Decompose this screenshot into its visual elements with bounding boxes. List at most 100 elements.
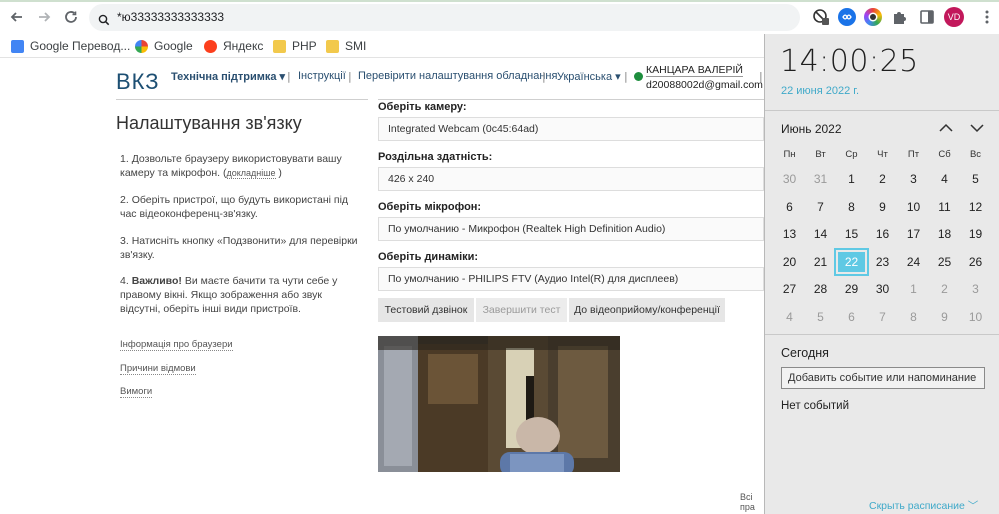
- calendar-day[interactable]: 1: [898, 277, 929, 301]
- yandex-icon: [204, 39, 217, 53]
- step-number: 2.: [120, 194, 129, 206]
- hide-schedule-link[interactable]: Скрыть расписание ﹀: [869, 498, 978, 513]
- user-name[interactable]: КАНЦАРА ВАЛЕРІЙ: [646, 64, 743, 77]
- language-label: Українська: [557, 71, 613, 83]
- calendar-day[interactable]: 29: [836, 277, 867, 301]
- calendar-day[interactable]: 12: [960, 195, 991, 219]
- details-link[interactable]: докладніше: [226, 168, 276, 179]
- calendar-day[interactable]: 26: [960, 250, 991, 274]
- calendar-day[interactable]: 1: [836, 167, 867, 191]
- address-text[interactable]: *ю33333333333333: [117, 10, 224, 24]
- end-test-button[interactable]: Завершити тест: [476, 298, 567, 322]
- calendar-day[interactable]: 30: [867, 277, 898, 301]
- calendar-day[interactable]: 3: [960, 277, 991, 301]
- extension-color-icon[interactable]: [864, 8, 882, 26]
- calendar-day[interactable]: 24: [898, 250, 929, 274]
- back-icon[interactable]: [6, 6, 28, 28]
- calendar-day[interactable]: 10: [898, 195, 929, 219]
- to-conference-button[interactable]: До відеоприйому/конференції: [569, 298, 725, 322]
- site-logo[interactable]: ВКЗ: [116, 69, 160, 95]
- next-month-button[interactable]: [968, 120, 986, 134]
- calendar-day[interactable]: 16: [867, 222, 898, 246]
- bookmark-php[interactable]: PHP: [273, 38, 317, 54]
- nav-support[interactable]: Технічна підтримка ▾: [171, 70, 285, 83]
- calendar-day[interactable]: 23: [867, 250, 898, 274]
- address-bar[interactable]: *ю33333333333333: [89, 4, 800, 31]
- microphone-select[interactable]: По умолчанию - Микрофон (Realtek High De…: [378, 217, 764, 241]
- calendar-day[interactable]: 14: [805, 222, 836, 246]
- calendar-day[interactable]: 19: [960, 222, 991, 246]
- calendar-day[interactable]: 11: [929, 195, 960, 219]
- extensions-puzzle-icon[interactable]: [891, 8, 909, 26]
- camera-select[interactable]: Integrated Webcam (0c45:64ad): [378, 117, 764, 141]
- calendar-day[interactable]: 2: [929, 277, 960, 301]
- calendar-day[interactable]: 25: [929, 250, 960, 274]
- calendar-day[interactable]: 3: [898, 167, 929, 191]
- menu-kebab-icon[interactable]: [978, 8, 996, 26]
- calendar-day[interactable]: 8: [898, 305, 929, 329]
- bookmarks-bar: Google Перевод... Google Яндекс PHP SMI: [0, 34, 764, 58]
- no-events-text: Нет событий: [781, 400, 850, 412]
- nav-instructions[interactable]: Інструкції: [298, 70, 346, 82]
- reload-icon[interactable]: [60, 6, 82, 28]
- blocked-permission-icon[interactable]: [812, 8, 830, 26]
- resolution-select[interactable]: 426 x 240: [378, 167, 764, 191]
- calendar-day[interactable]: 18: [929, 222, 960, 246]
- calendar-day[interactable]: 6: [836, 305, 867, 329]
- test-call-button[interactable]: Тестовий дзвінок: [378, 298, 474, 322]
- month-title[interactable]: Июнь 2022: [781, 122, 842, 136]
- calendar-day[interactable]: 2: [867, 167, 898, 191]
- calendar-day[interactable]: 9: [929, 305, 960, 329]
- side-panel-icon[interactable]: [918, 8, 936, 26]
- calendar-day[interactable]: 5: [960, 167, 991, 191]
- calendar-day[interactable]: 20: [774, 250, 805, 274]
- calendar-day[interactable]: 17: [898, 222, 929, 246]
- calendar-day[interactable]: 4: [774, 305, 805, 329]
- bookmark-translate[interactable]: Google Перевод...: [11, 38, 130, 54]
- calendar-day-today[interactable]: 22: [834, 248, 869, 276]
- nav-language[interactable]: Українська ▾: [557, 70, 621, 83]
- calendar-day[interactable]: 5: [805, 305, 836, 329]
- rejection-reasons-link[interactable]: Причини відмови: [120, 363, 196, 375]
- bookmark-label: Google: [154, 39, 193, 53]
- calendar-day[interactable]: 13: [774, 222, 805, 246]
- bookmark-yandex[interactable]: Яндекс: [204, 38, 263, 54]
- calendar-day[interactable]: 7: [867, 305, 898, 329]
- calendar-day[interactable]: 4: [929, 167, 960, 191]
- weekday-label: Пт: [907, 149, 920, 160]
- calendar-day[interactable]: 31: [805, 167, 836, 191]
- calendar-day[interactable]: 15: [836, 222, 867, 246]
- extension-infinity-icon[interactable]: [838, 8, 856, 26]
- bookmark-smi[interactable]: SMI: [326, 38, 366, 54]
- prev-month-button[interactable]: [937, 120, 955, 134]
- calendar-day[interactable]: 27: [774, 277, 805, 301]
- weekday-label: Вс: [969, 149, 982, 160]
- bookmark-label: SMI: [345, 39, 367, 53]
- full-date-link[interactable]: 22 июня 2022 г.: [781, 85, 859, 97]
- calendar-day[interactable]: 30: [774, 167, 805, 191]
- calendar-day[interactable]: 21: [805, 250, 836, 274]
- step-number: 3.: [120, 235, 129, 247]
- calendar-day[interactable]: 6: [774, 195, 805, 219]
- forward-icon[interactable]: [33, 6, 55, 28]
- divider: [765, 110, 999, 111]
- calendar-day[interactable]: 9: [867, 195, 898, 219]
- speakers-select[interactable]: По умолчанию - PHILIPS FTV (Аудио Intel(…: [378, 267, 764, 291]
- browser-toolbar: *ю33333333333333 VD: [0, 0, 999, 34]
- add-event-input[interactable]: Добавить событие или напоминание: [781, 367, 985, 389]
- calendar-flyout: 14:00:25 22 июня 2022 г. Июнь 2022 Пн Вт С…: [764, 34, 999, 514]
- divider: [378, 99, 764, 100]
- camera-preview-image: [378, 336, 620, 472]
- calendar-day[interactable]: 28: [805, 277, 836, 301]
- calendar-day[interactable]: 8: [836, 195, 867, 219]
- nav-check-settings[interactable]: Перевірити налаштування обладнання: [358, 70, 557, 82]
- step-text: Оберіть пристрої, що будуть використані …: [120, 194, 349, 220]
- calendar-day[interactable]: 10: [960, 305, 991, 329]
- weekday-label: Чт: [877, 149, 888, 160]
- calendar-day[interactable]: 7: [805, 195, 836, 219]
- profile-avatar[interactable]: VD: [944, 7, 964, 27]
- clock-time: 14:00:25: [780, 44, 919, 79]
- browser-info-link[interactable]: Інформація про браузери: [120, 339, 233, 351]
- bookmark-google[interactable]: Google: [135, 38, 193, 54]
- requirements-link[interactable]: Вимоги: [120, 386, 153, 398]
